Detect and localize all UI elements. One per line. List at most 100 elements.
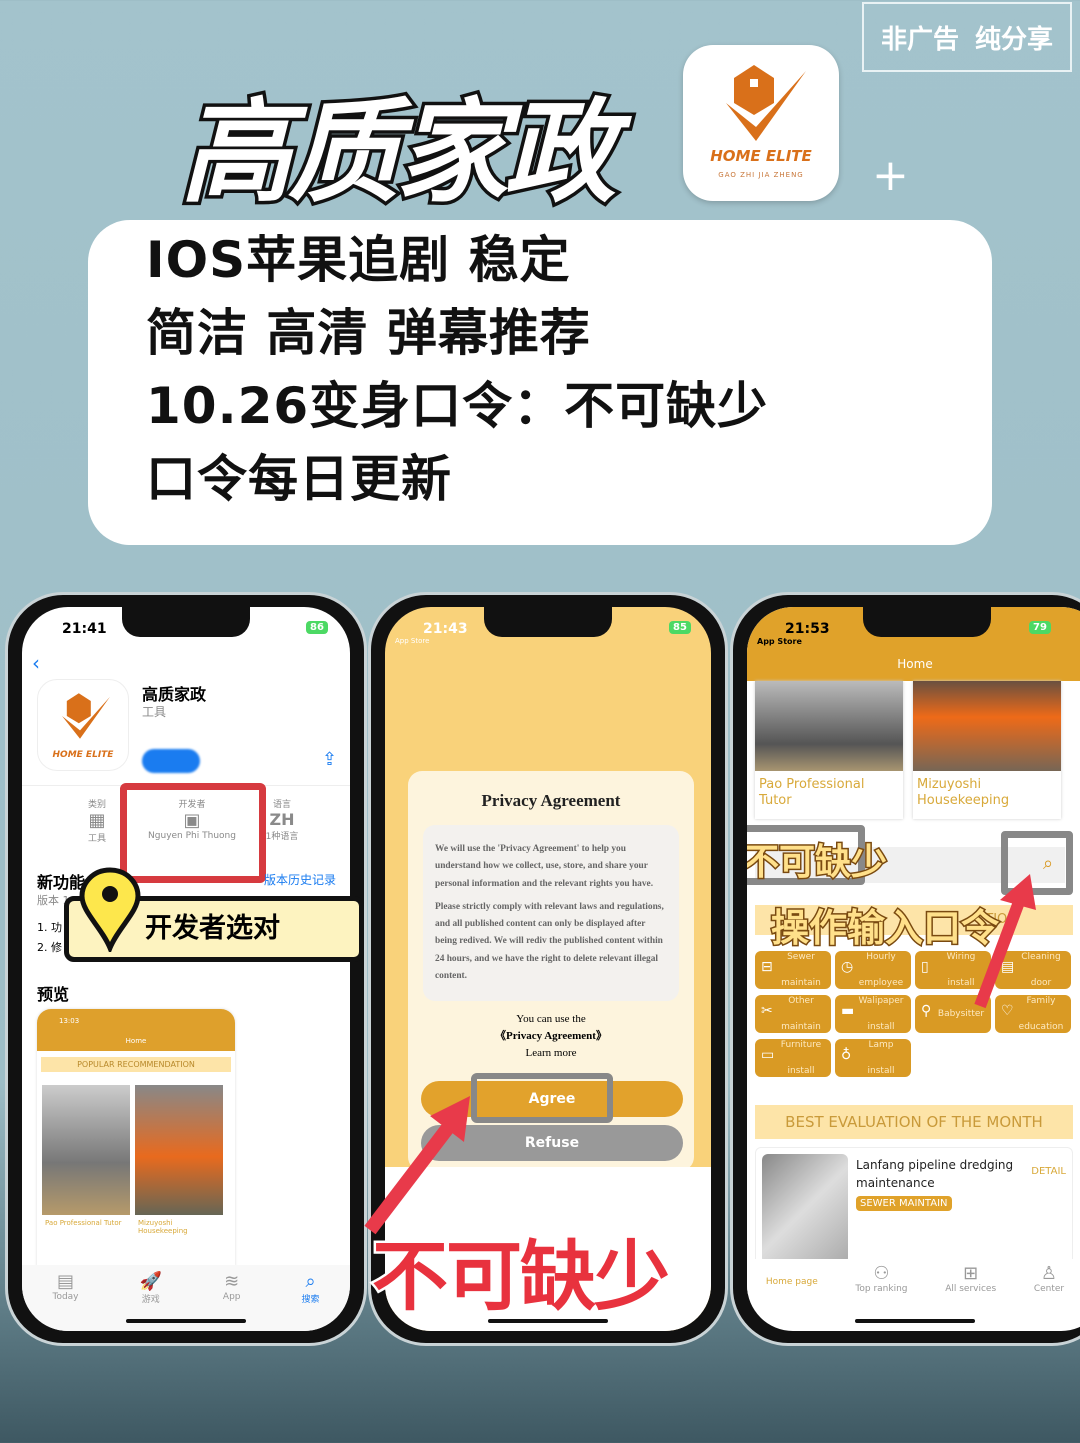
preview-time: 13:03 — [59, 1017, 80, 1025]
evaluation-card[interactable]: Lanfang pipeline dredging maintenance SE… — [755, 1147, 1073, 1267]
search-icon: ⌕ — [305, 1271, 316, 1292]
status-time: 21:41 — [62, 621, 107, 637]
service-tile[interactable]: ▭ Furniture install — [755, 1039, 831, 1077]
service-label: Hourly — [866, 951, 896, 962]
privacy-paragraph: We will use the 'Privacy Agreement' to h… — [435, 844, 654, 889]
recommend-card[interactable]: Pao Professional Tutor — [755, 681, 903, 819]
service-label: maintain — [781, 977, 821, 988]
info-line: 10.26变身口令：不可缺少 — [146, 377, 769, 435]
badge-text: 非广告 — [880, 24, 959, 55]
preview-screenshot[interactable]: 13:03 Home POPULAR RECOMMENDATION Pao Pro… — [37, 1009, 235, 1267]
tools-icon: ✂ — [761, 1003, 773, 1019]
card-title: Pao Professional Tutor — [759, 777, 865, 808]
preview-section: POPULAR RECOMMENDATION — [41, 1057, 231, 1072]
tab-all-services[interactable]: ⊞ All services — [945, 1263, 996, 1294]
note: 2. 修 — [37, 941, 62, 954]
tab-search[interactable]: ⌕ 搜索 — [301, 1271, 319, 1331]
service-tile[interactable]: ✂ Other maintain — [755, 995, 831, 1033]
share-icon[interactable]: ⇪ — [322, 749, 337, 770]
version-history-link[interactable]: 版本历史记录 — [264, 871, 336, 888]
sewer-icon: ⊟ — [761, 959, 773, 975]
preview-item: Pao Professional Tutor — [45, 1219, 122, 1227]
status-time: 21:43 — [423, 621, 468, 637]
tab-center[interactable]: ♙ Center — [1034, 1263, 1064, 1294]
service-label: Other — [788, 995, 814, 1006]
learn-more-link[interactable]: Learn more — [408, 1045, 694, 1062]
not-ad-badge: 非广告 纯分享 — [862, 2, 1072, 72]
recommend-card[interactable]: Mizuyoshi Housekeeping — [913, 681, 1061, 819]
battery: 86 — [306, 621, 328, 634]
user-icon: ♙ — [1040, 1263, 1058, 1284]
card-title: Mizuyoshi Housekeeping — [917, 777, 1010, 808]
detail-link[interactable]: DETAIL — [1031, 1166, 1066, 1177]
service-tile[interactable]: ⊟ Sewer maintain — [755, 951, 831, 989]
service-label: install — [787, 1065, 815, 1076]
red-arrow-icon — [364, 1096, 470, 1235]
service-label: Walipaper — [858, 995, 904, 1006]
highlight-box — [471, 1073, 613, 1123]
badge-text: 纯分享 — [975, 24, 1054, 55]
rocket-icon: 🚀 — [139, 1271, 162, 1292]
info-language: 语言 ZH 1种语言 — [262, 797, 302, 842]
service-label: employee — [858, 977, 904, 988]
service-label: install — [867, 1021, 895, 1032]
phone-app-store: 21:41 86 ‹ HOME ELITE 高质家政 工具 ⇪ 类别 ▦ 工具 开发… — [5, 592, 367, 1346]
dialog-title: Privacy Agreement — [481, 791, 621, 810]
ranking-icon: ⚇ — [873, 1263, 890, 1284]
info-label: 语言 — [272, 800, 291, 810]
tab-top-ranking[interactable]: ⚇ Top ranking — [855, 1263, 907, 1294]
service-label: Furniture — [780, 1039, 822, 1050]
privacy-agreement-link[interactable]: 《Privacy Agreement》 — [408, 1028, 694, 1045]
battery: 79 — [1029, 621, 1051, 634]
tab-label: 搜索 — [301, 1295, 320, 1305]
tab-label: Home page — [765, 1277, 818, 1287]
app-logo: HOME ELITE GAO ZHI JIA ZHENG — [683, 45, 839, 201]
back-chevron-icon[interactable]: ‹ — [32, 651, 40, 675]
calculator-icon: ▦ — [88, 810, 106, 831]
service-label: Sewer — [787, 951, 815, 962]
clock-icon: ◷ — [841, 959, 854, 975]
tab-label: 游戏 — [141, 1295, 160, 1305]
babysitter-icon: ⚲ — [921, 1003, 932, 1019]
sparkle-icon: + — [872, 150, 909, 201]
card-image — [755, 681, 903, 771]
battery: 85 — [669, 621, 691, 634]
back-to-app-store[interactable]: App Store — [395, 637, 429, 645]
preview-header: Home — [125, 1037, 147, 1045]
app-icon: HOME ELITE — [37, 679, 129, 771]
tab-today[interactable]: ▤ Today — [52, 1271, 78, 1331]
tab-label: All services — [945, 1284, 997, 1294]
preview-image — [135, 1085, 223, 1215]
service-tile[interactable]: ♁ Lamp install — [835, 1039, 911, 1077]
layers-icon: ≋ — [224, 1271, 240, 1292]
info-category: 类别 ▦ 工具 — [77, 797, 117, 844]
lamp-icon: ♁ — [841, 1047, 852, 1063]
tab-label: Today — [52, 1292, 79, 1302]
info-sub: 1种语言 — [265, 832, 299, 842]
info-value: 工具 — [87, 834, 106, 844]
best-evaluation-banner: BEST EVALUATION OF THE MONTH — [755, 1105, 1073, 1139]
tab-bar: Home page ⚇ Top ranking ⊞ All services ♙ Ce… — [747, 1259, 1080, 1294]
logo-brand: HOME ELITE — [52, 750, 114, 760]
back-to-app-store[interactable]: App Store — [757, 637, 802, 646]
evaluation-tag: SEWER MAINTAIN — [856, 1196, 952, 1211]
get-button[interactable] — [142, 749, 200, 773]
service-label: education — [1018, 1021, 1064, 1032]
red-arrow-icon — [974, 874, 1036, 1009]
today-icon: ▤ — [56, 1271, 74, 1292]
info-card: IOS苹果追剧 稳定 简洁 高清 弹幕推荐 10.26变身口令：不可缺少 口令每… — [88, 220, 992, 545]
note: 1. 功 — [37, 921, 62, 934]
info-line: IOS苹果追剧 稳定 — [146, 231, 571, 289]
tab-home[interactable]: Home page — [766, 1263, 818, 1294]
refuse-label: Refuse — [524, 1135, 580, 1151]
tab-label: Top ranking — [855, 1284, 908, 1294]
service-tile[interactable]: ◷ Hourly employee — [835, 951, 911, 989]
info-value: ZH — [269, 810, 295, 829]
evaluation-image — [762, 1154, 848, 1264]
service-label: Lamp — [868, 1039, 894, 1050]
app-name: 高质家政 — [142, 685, 207, 704]
house-check-icon — [62, 693, 110, 739]
service-tile[interactable]: ▬ Walipaper install — [835, 995, 911, 1033]
info-line: 简洁 高清 弹幕推荐 — [146, 304, 591, 362]
info-label: 类别 — [87, 800, 106, 810]
